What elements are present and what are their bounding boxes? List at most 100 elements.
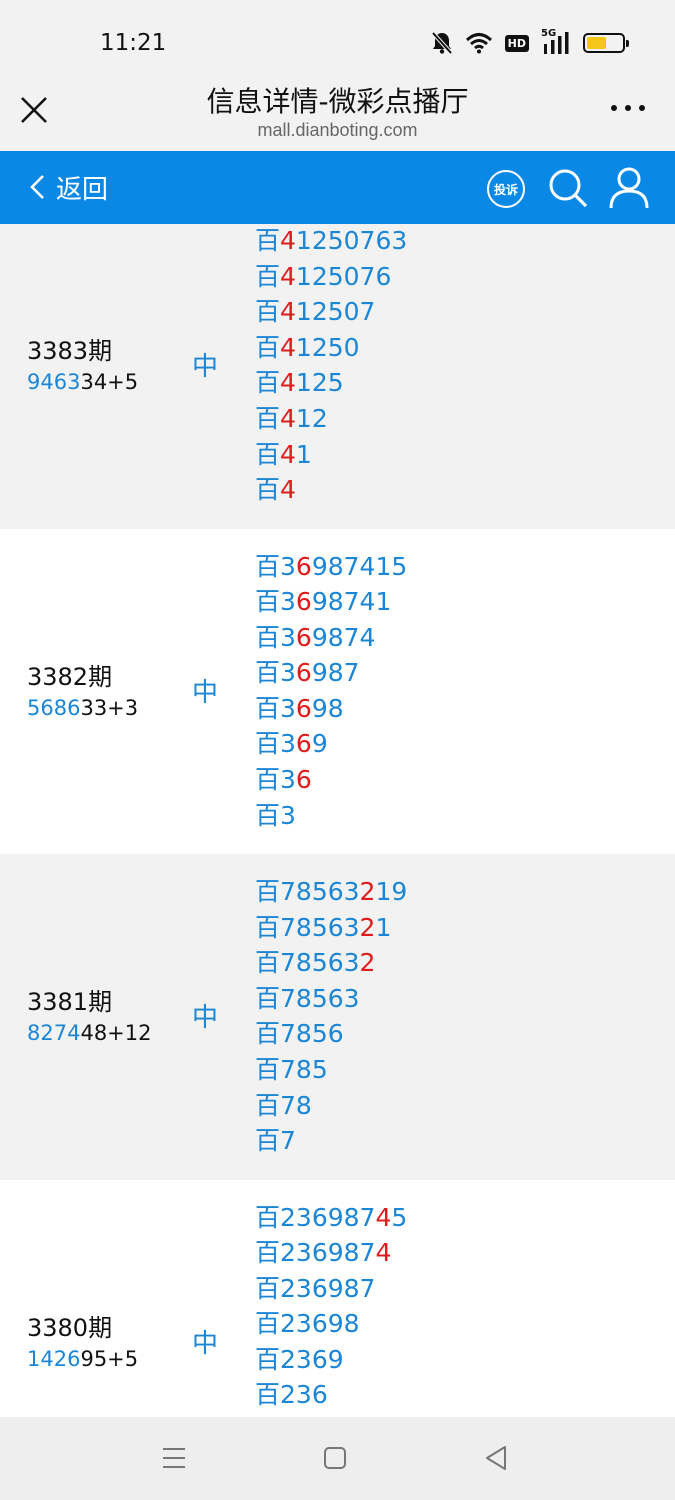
back-triangle-icon[interactable] (484, 1445, 508, 1471)
prediction-red: 6 (295, 551, 312, 581)
prediction-post: 1250763 (295, 226, 408, 255)
prediction-prefix: 百 (255, 368, 281, 398)
home-icon[interactable] (324, 1447, 346, 1469)
prediction-post: 5 (391, 1202, 408, 1232)
prediction-red: 6 (295, 765, 312, 795)
prediction-red: 4 (280, 261, 296, 291)
prediction-prefix: 百 (255, 1273, 281, 1303)
chevron-left-icon (30, 175, 44, 199)
prediction-post: 9 (311, 729, 328, 759)
prediction-red: 6 (295, 729, 312, 759)
prediction-line: 百3 (255, 798, 407, 834)
prediction-red: 2 (359, 912, 376, 942)
prediction-post: 987 (311, 658, 360, 688)
prediction-line: 百41250763 (255, 224, 407, 259)
prediction-pre: 3 (280, 693, 296, 723)
prediction-prefix: 百 (255, 439, 281, 469)
user-icon[interactable] (608, 166, 650, 210)
bell-muted-icon (431, 31, 453, 55)
status-bar: 11:21 HD 5G (0, 0, 675, 76)
prediction-prefix: 百 (255, 948, 281, 978)
wifi-icon (465, 33, 492, 54)
prediction-line: 百4125076 (255, 259, 407, 295)
prediction-line: 百4 (255, 472, 407, 508)
prediction-prefix: 百 (255, 261, 281, 291)
draw-result: 568633+3 (27, 696, 138, 720)
prediction-post: 19 (375, 877, 408, 906)
prediction-list: 百36987415 百3698741 百369874 百36987 百3698 百369 百… (255, 549, 407, 834)
prediction-post: 1250 (295, 332, 360, 362)
prediction-line: 百2369 (255, 1342, 407, 1378)
prediction-line: 百78 (255, 1088, 407, 1124)
draw-result: 946334+5 (27, 370, 138, 394)
hit-status: 中 (192, 1328, 219, 1359)
prediction-pre: 78563 (280, 912, 360, 942)
prediction-line: 百78563 (255, 981, 407, 1017)
prediction-red: 4 (280, 403, 296, 433)
result-row: 3382期 568633+3 中百36987415 百3698741 百369874 百3… (0, 528, 675, 854)
back-button[interactable]: 返回 (28, 167, 108, 207)
prediction-post: 98741 (311, 587, 392, 617)
prediction-pre: 3 (280, 587, 296, 617)
prediction-prefix: 百 (255, 877, 281, 906)
complain-label: 投诉 (493, 182, 518, 197)
more-options-icon[interactable] (611, 98, 645, 118)
page-url: mall.dianboting.com (257, 120, 418, 140)
prediction-red: 6 (295, 658, 312, 688)
complain-button[interactable]: 投诉 (487, 170, 525, 208)
prediction-line: 百412507 (255, 294, 407, 330)
prediction-line: 百78563219 (255, 874, 407, 910)
prediction-pre: 3 (280, 765, 296, 795)
prediction-prefix: 百 (255, 693, 281, 723)
prediction-red: 4 (375, 1202, 392, 1232)
prediction-pre: 3 (280, 551, 296, 581)
prediction-prefix: 百 (255, 622, 281, 652)
menu-icon[interactable] (162, 1446, 186, 1470)
prediction-pre: 23698 (280, 1309, 360, 1339)
prediction-line: 百7856 (255, 1016, 407, 1052)
prediction-prefix: 百 (255, 1202, 281, 1232)
prediction-pre: 236987 (280, 1273, 376, 1303)
prediction-list: 百23698745 百2369874 百236987 百23698 百2369 百236 (255, 1200, 407, 1414)
prediction-prefix: 百 (255, 1090, 281, 1120)
draw-result: 827448+12 (27, 1021, 152, 1045)
prediction-line: 百236 (255, 1377, 407, 1413)
prediction-prefix: 百 (255, 1019, 281, 1049)
prediction-pre: 78563 (280, 983, 360, 1013)
prediction-prefix: 百 (255, 1238, 281, 1268)
results-list[interactable]: 3383期 946334+5 中百41250763 百4125076 百412507 百4… (0, 224, 675, 1417)
system-nav-bar (0, 1417, 675, 1500)
prediction-red: 6 (295, 693, 312, 723)
prediction-line: 百785 (255, 1052, 407, 1088)
prediction-pre: 3 (280, 622, 296, 652)
signal-icon (544, 32, 569, 54)
hit-status: 中 (192, 677, 219, 708)
prediction-prefix: 百 (255, 297, 281, 327)
prediction-post: 12507 (295, 297, 376, 327)
prediction-red: 4 (280, 297, 296, 327)
prediction-pre: 78563 (280, 948, 360, 978)
prediction-list: 百41250763 百4125076 百412507 百41250 百4125 百412 百… (255, 224, 407, 508)
prediction-red: 2 (359, 948, 376, 978)
prediction-prefix: 百 (255, 1054, 281, 1084)
issue-number: 3380期 (27, 1313, 113, 1342)
prediction-post: 12 (295, 403, 328, 433)
prediction-prefix: 百 (255, 551, 281, 581)
prediction-line: 百23698 (255, 1306, 407, 1342)
prediction-prefix: 百 (255, 729, 281, 759)
prediction-post: 125 (295, 368, 344, 398)
prediction-post: 125076 (295, 261, 392, 291)
prediction-pre: 78 (280, 1090, 312, 1120)
prediction-prefix: 百 (255, 800, 281, 830)
search-icon[interactable] (547, 167, 589, 209)
prediction-line: 百236987 (255, 1271, 407, 1307)
prediction-pre: 236987 (280, 1202, 376, 1232)
prediction-red: 2 (359, 877, 376, 906)
draw-result-rest: 95+5 (80, 1346, 139, 1371)
prediction-line: 百412 (255, 401, 407, 437)
result-row: 3383期 946334+5 中百41250763 百4125076 百412507 百4… (0, 224, 675, 529)
prediction-line: 百369874 (255, 620, 407, 656)
prediction-line: 百41250 (255, 330, 407, 366)
hd-badge: HD (504, 34, 529, 52)
prediction-prefix: 百 (255, 983, 281, 1013)
